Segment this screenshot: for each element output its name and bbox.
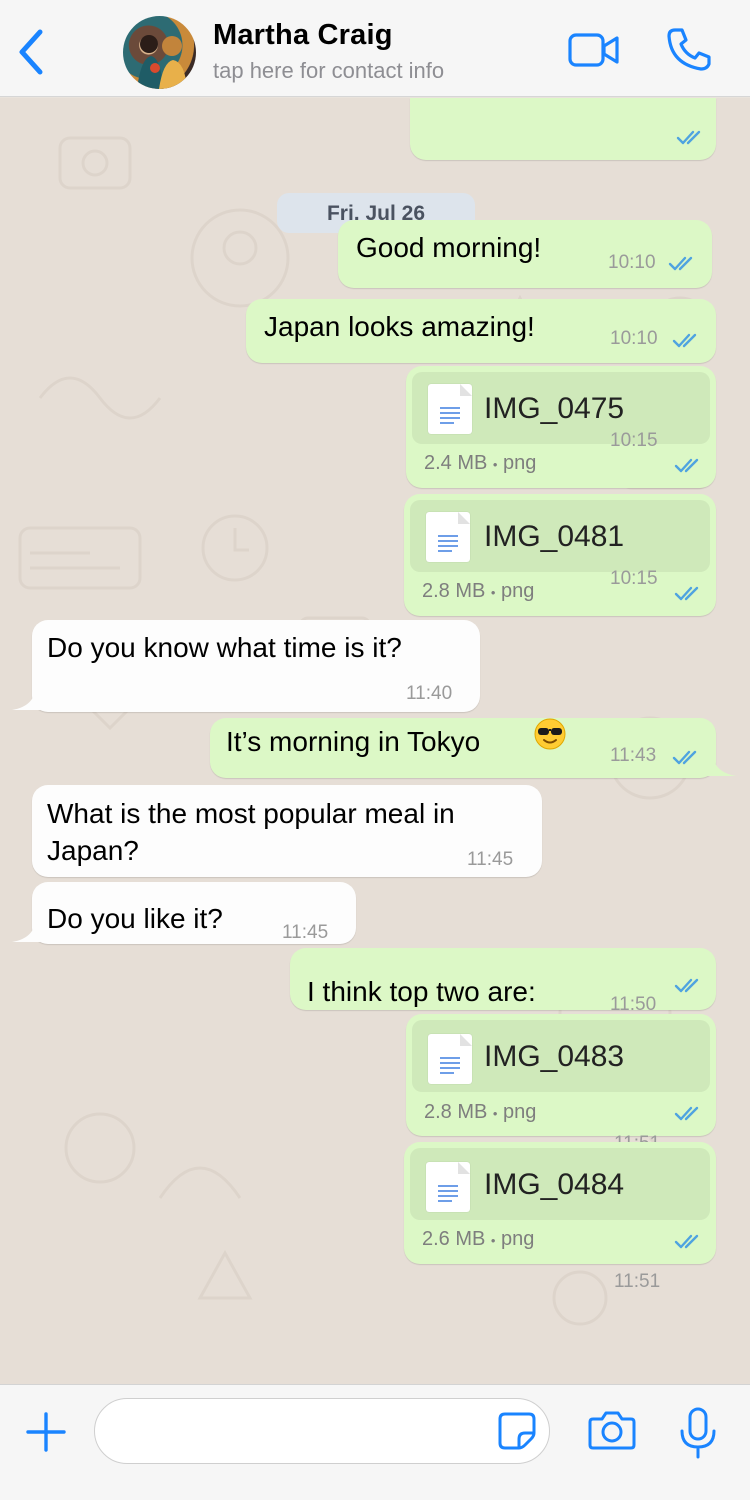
video-camera-icon (568, 33, 619, 67)
camera-icon (588, 1411, 636, 1450)
plus-icon (26, 1412, 66, 1452)
message-text: Good morning! (356, 232, 542, 263)
chat-area[interactable]: Fri, Jul 26 Good morning! 10:10 Japan lo… (0, 98, 750, 1384)
message-text: Japan? (47, 835, 139, 866)
file-type: png (503, 452, 537, 474)
voice-call-button[interactable] (665, 26, 713, 72)
message-bubble-outgoing[interactable]: Japan looks amazing! 10:10 (246, 299, 716, 363)
message-input[interactable] (94, 1398, 550, 1464)
file-type: png (501, 1228, 535, 1250)
chevron-left-icon (19, 29, 43, 75)
message-bubble-outgoing[interactable]: Good morning! 10:10 (338, 220, 712, 288)
sticker-icon (498, 1412, 536, 1450)
file-name: IMG_0475 (484, 392, 625, 425)
message-bubble-outgoing[interactable] (410, 98, 716, 160)
read-ticks-icon (668, 256, 693, 271)
file-size: 2.6 MB (422, 1228, 486, 1250)
message-time: 10:10 (608, 252, 656, 273)
file-message-outgoing[interactable]: IMG_0484 2.6 MB • png (404, 1142, 716, 1264)
document-icon (428, 384, 472, 434)
attach-button[interactable] (26, 1412, 66, 1452)
chat-header: Martha Craig tap here for contact info (0, 0, 750, 97)
message-time: 11:50 (610, 994, 657, 1015)
file-attachment[interactable]: IMG_0475 (412, 372, 710, 444)
avatar-photo-icon (137, 35, 187, 89)
file-attachment[interactable]: IMG_0483 (412, 1020, 710, 1092)
meta-separator: • (492, 1106, 498, 1121)
file-attachment[interactable]: IMG_0484 (410, 1148, 710, 1220)
file-type: png (503, 1101, 537, 1123)
meta-separator: • (490, 1233, 496, 1248)
sunglasses-emoji (534, 718, 566, 750)
back-button[interactable] (16, 28, 48, 76)
voice-message-button[interactable] (678, 1407, 718, 1459)
file-message-outgoing[interactable]: IMG_0481 10:15 2.8 MB • png (404, 494, 716, 616)
read-ticks-icon (674, 1106, 699, 1121)
file-type: png (501, 580, 535, 602)
file-name: IMG_0483 (484, 1040, 625, 1073)
document-icon (428, 1034, 472, 1084)
message-bubble-incoming[interactable]: Do you know what time is it? 11:40 (32, 620, 480, 712)
bubble-tail (12, 684, 48, 710)
camera-button[interactable] (588, 1410, 636, 1450)
file-size: 2.8 MB (424, 1101, 488, 1123)
read-ticks-icon (672, 333, 697, 348)
message-time: 10:10 (610, 328, 658, 349)
file-message-outgoing[interactable]: IMG_0475 10:15 2.4 MB • png (406, 366, 716, 488)
meta-separator: • (492, 457, 498, 472)
file-size: 2.4 MB (424, 452, 488, 474)
file-name: IMG_0481 (484, 520, 625, 553)
message-time: 11:45 (467, 849, 514, 870)
message-bubble-incoming[interactable]: What is the most popular meal in Japan? … (32, 785, 542, 877)
message-time: 10:15 (610, 430, 658, 451)
bubble-tail (12, 916, 48, 942)
read-ticks-icon (674, 1234, 699, 1249)
message-text: Japan looks amazing! (264, 311, 535, 342)
read-ticks-icon (674, 978, 699, 993)
contact-name[interactable]: Martha Craig (213, 19, 393, 52)
message-bubble-outgoing[interactable]: I think top two are: 11:50 (290, 948, 716, 1015)
message-time: 10:15 (610, 568, 658, 589)
message-time: 11:43 (610, 745, 657, 766)
read-ticks-icon (674, 586, 699, 601)
read-ticks-icon (672, 750, 697, 765)
message-bubble-incoming[interactable]: Do you like it? 11:45 (32, 882, 356, 944)
message-text: It’s morning in Tokyo (226, 726, 481, 757)
message-time: 11:40 (406, 683, 453, 704)
message-composer (0, 1384, 750, 1500)
message-time: 11:51 (614, 1271, 661, 1292)
sticker-button[interactable] (497, 1411, 537, 1451)
message-bubble-outgoing[interactable]: It’s morning in Tokyo 11:43 (210, 718, 716, 778)
document-icon (426, 512, 470, 562)
read-ticks-icon (676, 130, 701, 145)
message-text: Do you like it? (47, 903, 223, 934)
document-icon (426, 1162, 470, 1212)
avatar[interactable] (123, 16, 196, 89)
file-size: 2.8 MB (422, 580, 486, 602)
meta-separator: • (490, 585, 496, 600)
video-call-button[interactable] (568, 32, 620, 68)
read-ticks-icon (674, 458, 699, 473)
phone-icon (667, 28, 711, 71)
message-text: I think top two are: (307, 976, 536, 1007)
message-text: What is the most popular meal in (47, 798, 455, 829)
file-name: IMG_0484 (484, 1168, 625, 1201)
file-message-outgoing[interactable]: IMG_0483 2.8 MB • png (406, 1014, 716, 1136)
contact-info-hint[interactable]: tap here for contact info (213, 58, 444, 84)
microphone-icon (680, 1407, 716, 1459)
message-text: Do you know what time is it? (47, 632, 402, 663)
bubble-tail (702, 750, 736, 776)
message-time: 11:45 (282, 922, 329, 943)
file-attachment[interactable]: IMG_0481 (410, 500, 710, 572)
